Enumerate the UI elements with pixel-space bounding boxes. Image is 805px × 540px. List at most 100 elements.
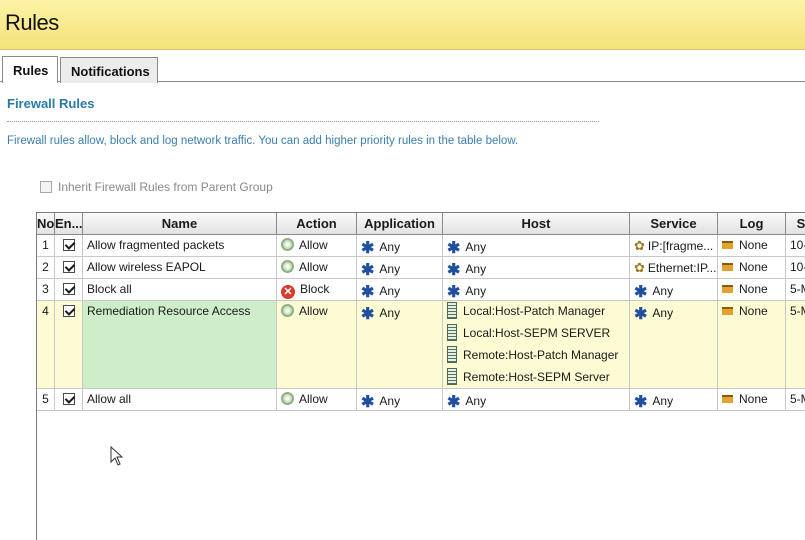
action-label: Allow: [299, 260, 328, 274]
asterisk-icon: ✱: [361, 262, 375, 278]
service-label: Any: [652, 394, 674, 408]
log-icon: [722, 241, 733, 249]
rule-name[interactable]: Block all: [83, 279, 277, 300]
asterisk-icon: ✱: [361, 306, 375, 323]
schedule-label: 5-M: [790, 304, 805, 318]
schedule-label: 10-: [790, 260, 805, 274]
row-number: 5: [37, 389, 55, 410]
log-label: None: [739, 260, 768, 274]
enabled-checkbox[interactable]: [62, 283, 75, 295]
application-label: Any: [379, 284, 401, 298]
host-entry[interactable]: Remote:Host-SEPM Server: [447, 368, 629, 388]
schedule-label: 5-M: [790, 282, 805, 296]
table-row[interactable]: 1 Allow fragmented packets Allow ✱ Any ✱ A…: [37, 235, 805, 257]
tab-rules[interactable]: Rules: [2, 56, 58, 83]
table-row-selected[interactable]: 4 Remediation Resource Access Allow ✱ Any…: [37, 301, 805, 389]
row-number: 2: [37, 257, 55, 278]
schedule-label: 5-M: [790, 392, 805, 406]
gear-icon: ✿: [634, 238, 645, 253]
column-header-log[interactable]: Log: [718, 213, 786, 234]
log-icon: [722, 285, 733, 293]
column-header-host[interactable]: Host: [443, 213, 630, 234]
host-entry[interactable]: Local:Host-Patch Manager: [447, 302, 629, 324]
asterisk-icon: ✱: [447, 262, 461, 278]
row-number: 3: [37, 279, 55, 300]
table-row[interactable]: 3 Block all ✕ Block ✱ Any ✱ Any ✱ Any None 5…: [37, 279, 805, 301]
host-entry[interactable]: Remote:Host-Patch Manager: [447, 346, 629, 368]
asterisk-icon: ✱: [634, 394, 648, 410]
application-label: Any: [379, 262, 401, 276]
log-label: None: [739, 238, 768, 252]
rule-name[interactable]: Allow all: [83, 389, 277, 410]
host-icon: [447, 302, 457, 319]
log-label: None: [739, 392, 768, 406]
asterisk-icon: ✱: [447, 240, 461, 256]
asterisk-icon: ✱: [634, 306, 648, 323]
asterisk-icon: ✱: [361, 284, 375, 300]
table-row[interactable]: 2 Allow wireless EAPOL Allow ✱ Any ✱ Any ✿…: [37, 257, 805, 279]
host-icon: [447, 324, 457, 341]
service-label: Any: [652, 284, 674, 298]
allow-icon: [281, 392, 294, 405]
rule-name[interactable]: Allow wireless EAPOL: [83, 257, 277, 278]
row-number: 4: [37, 301, 55, 388]
allow-icon: [281, 260, 294, 273]
host-entry[interactable]: Local:Host-SEPM SERVER: [447, 324, 629, 346]
service-label: Ethernet:IP...: [647, 261, 717, 275]
host-icon: [447, 346, 457, 363]
action-label: Allow: [299, 238, 328, 252]
rule-name[interactable]: Allow fragmented packets: [83, 235, 277, 256]
log-label: None: [739, 304, 768, 318]
host-label: Any: [465, 240, 487, 254]
tab-notifications[interactable]: Notifications: [60, 57, 158, 83]
allow-icon: [281, 304, 294, 317]
section-divider: [7, 121, 599, 122]
log-icon: [722, 263, 733, 271]
host-icon: [447, 368, 457, 385]
column-header-enabled[interactable]: En...: [55, 213, 83, 234]
log-icon: [722, 307, 733, 315]
log-label: None: [739, 282, 768, 296]
service-label: Any: [652, 306, 674, 320]
enabled-checkbox[interactable]: [62, 305, 75, 317]
host-label: Any: [465, 262, 487, 276]
column-header-application[interactable]: Application: [357, 213, 443, 234]
allow-icon: [281, 238, 294, 251]
application-label: Any: [379, 394, 401, 408]
application-label: Any: [379, 240, 401, 254]
asterisk-icon: ✱: [634, 284, 648, 300]
asterisk-icon: ✱: [447, 394, 461, 410]
page-title: Rules: [5, 10, 59, 35]
action-label: Allow: [299, 392, 328, 406]
schedule-label: 10-: [790, 238, 805, 252]
asterisk-icon: ✱: [361, 240, 375, 256]
inherit-rules-label: Inherit Firewall Rules from Parent Group: [58, 180, 273, 194]
host-label: Any: [465, 284, 487, 298]
asterisk-icon: ✱: [361, 394, 375, 410]
inherit-rules-option: Inherit Firewall Rules from Parent Group: [40, 180, 273, 194]
firewall-rules-table: No En... Name Action Application Host Se…: [36, 212, 805, 540]
table-row[interactable]: 5 Allow all Allow ✱ Any ✱ Any ✱ Any None 5-…: [37, 389, 805, 411]
enabled-checkbox[interactable]: [62, 239, 75, 251]
enabled-checkbox[interactable]: [62, 261, 75, 273]
column-header-no[interactable]: No: [37, 213, 55, 234]
rule-name[interactable]: Remediation Resource Access: [83, 301, 277, 388]
service-label: IP:[fragme...: [647, 239, 714, 253]
column-header-service[interactable]: Service: [630, 213, 718, 234]
action-label: Allow: [299, 304, 328, 318]
application-label: Any: [379, 306, 401, 320]
host-label: Any: [465, 394, 487, 408]
block-icon: ✕: [281, 285, 295, 299]
gear-icon: ✿: [634, 260, 645, 275]
row-number: 1: [37, 235, 55, 256]
action-label: Block: [300, 282, 330, 296]
inherit-rules-checkbox[interactable]: [40, 181, 52, 193]
page-header: Rules: [0, 0, 805, 50]
log-icon: [722, 395, 733, 403]
column-header-name[interactable]: Name: [83, 213, 277, 234]
section-title: Firewall Rules: [7, 96, 95, 111]
tab-bar: Rules Notifications: [0, 55, 805, 83]
column-header-action[interactable]: Action: [277, 213, 357, 234]
enabled-checkbox[interactable]: [62, 393, 75, 405]
column-header-s[interactable]: S: [786, 213, 805, 234]
